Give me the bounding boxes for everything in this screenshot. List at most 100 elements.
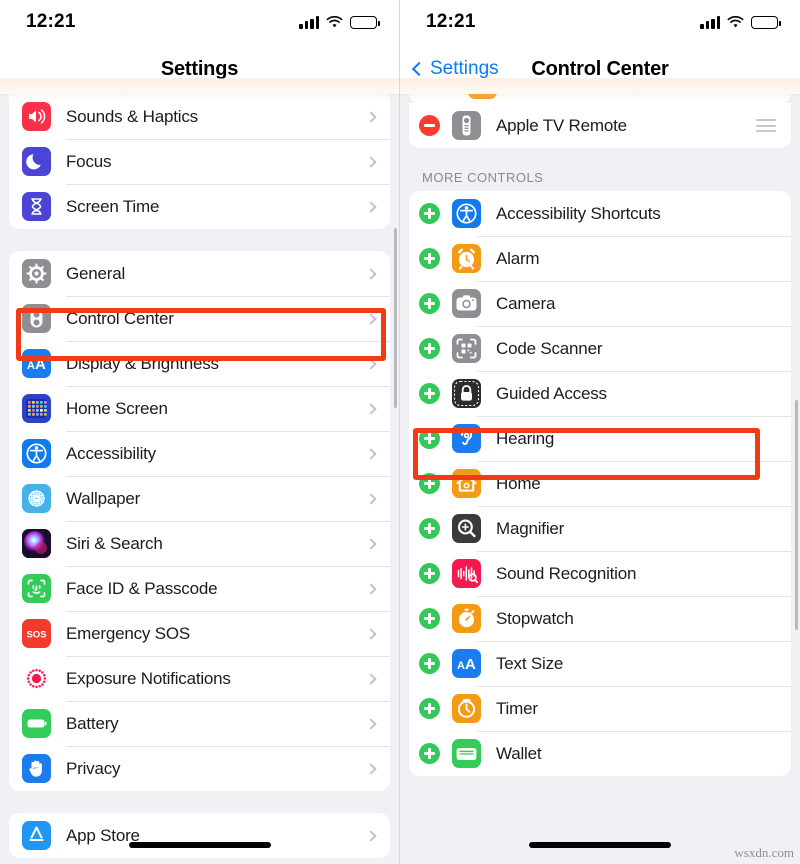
add-control-button[interactable]: [419, 743, 440, 764]
section-header-more-controls: MORE CONTROLS: [422, 170, 544, 185]
app-store-icon: [22, 821, 51, 850]
chevron-right-icon: [365, 402, 377, 415]
control-center-row[interactable]: Home: [409, 461, 791, 506]
add-control-button[interactable]: [419, 608, 440, 629]
settings-row[interactable]: Home Screen: [9, 386, 390, 431]
scroll-indicator[interactable]: [794, 400, 798, 630]
add-control-button[interactable]: [419, 653, 440, 674]
watermark: wsxdn.com: [734, 845, 794, 860]
row-label: Accessibility Shortcuts: [496, 203, 661, 223]
settings-row[interactable]: Face ID & Passcode: [9, 566, 390, 611]
page-title: Settings: [160, 57, 239, 80]
add-control-button[interactable]: [419, 518, 440, 539]
right-phone-control-center-screen: 12:21 Settings Control Center Apple TV R…: [400, 0, 800, 864]
add-control-button[interactable]: [419, 383, 440, 404]
settings-row[interactable]: A A Display & Brightness: [9, 341, 390, 386]
settings-scroll-area[interactable]: Sounds & Haptics Focus Screen Time General…: [0, 94, 399, 864]
control-center-row[interactable]: Timer: [409, 686, 791, 731]
chevron-right-icon: [365, 492, 377, 505]
add-control-button[interactable]: [419, 473, 440, 494]
add-control-button[interactable]: [419, 563, 440, 584]
text-size-aa-icon: AA: [452, 649, 481, 678]
settings-row[interactable]: Focus: [9, 139, 390, 184]
row-label: Camera: [496, 293, 556, 313]
control-center-row[interactable]: A A Text Size: [409, 641, 791, 686]
row-label: Face ID & Passcode: [66, 578, 218, 598]
settings-row[interactable]: Sounds & Haptics: [9, 94, 390, 139]
control-center-row[interactable]: Wallet: [409, 731, 791, 776]
apple-tv-remote-icon: [452, 111, 481, 140]
settings-row[interactable]: SOS Emergency SOS: [9, 611, 390, 656]
qr-code-scanner-icon: [452, 334, 481, 363]
chevron-right-icon: [365, 829, 377, 842]
control-center-row[interactable]: Hearing: [409, 416, 791, 461]
status-indicators: [299, 15, 380, 29]
hand-raised-icon: [22, 754, 51, 783]
control-center-row[interactable]: Apple TV Remote: [409, 103, 791, 148]
row-label: Emergency SOS: [66, 623, 191, 643]
settings-row[interactable]: Siri & Search: [9, 521, 390, 566]
wifi-icon: [727, 15, 744, 27]
row-label: Text Size: [496, 653, 564, 673]
chevron-right-icon: [365, 717, 377, 730]
settings-row[interactable]: Privacy: [9, 746, 390, 791]
add-control-button[interactable]: [419, 293, 440, 314]
control-center-row[interactable]: Code Scanner: [409, 326, 791, 371]
sound-waveform-icon: [452, 559, 481, 588]
chevron-right-icon: [365, 357, 377, 370]
accessibility-person-icon: [452, 199, 481, 228]
row-label: Apple TV Remote: [496, 115, 627, 135]
add-control-button[interactable]: [419, 203, 440, 224]
add-control-button[interactable]: [419, 428, 440, 449]
control-center-row[interactable]: Alarm: [409, 236, 791, 281]
chevron-right-icon: [365, 762, 377, 775]
svg-text:A: A: [27, 360, 35, 372]
scroll-indicator[interactable]: [393, 228, 397, 408]
settings-row[interactable]: App Store: [9, 813, 390, 858]
control-center-toggles-icon: [22, 304, 51, 333]
magnifier-icon: [452, 514, 481, 543]
control-center-scroll-area[interactable]: Apple TV Remote MORE CONTROLS Accessibil…: [400, 94, 800, 864]
chevron-right-icon: [365, 155, 377, 168]
chevron-right-icon: [365, 582, 377, 595]
settings-row[interactable]: Battery: [9, 701, 390, 746]
row-label: Wallet: [496, 743, 542, 763]
settings-row[interactable]: Exposure Notifications: [9, 656, 390, 701]
add-control-button[interactable]: [419, 248, 440, 269]
control-center-row[interactable]: Guided Access: [409, 371, 791, 416]
speaker-waves-icon: [22, 102, 51, 131]
row-label: Battery: [66, 713, 119, 733]
cellular-signal-icon: [299, 15, 319, 29]
back-button-label: Settings: [430, 58, 499, 79]
settings-row[interactable]: Wallpaper: [9, 476, 390, 521]
status-time: 12:21: [26, 11, 76, 32]
ear-icon: [452, 424, 481, 453]
row-label: Sound Recognition: [496, 563, 637, 583]
settings-row[interactable]: Screen Time: [9, 184, 390, 229]
control-center-row[interactable]: Accessibility Shortcuts: [409, 191, 791, 236]
control-center-row[interactable]: Sound Recognition: [409, 551, 791, 596]
svg-text:A: A: [465, 656, 476, 673]
exposure-dots-icon: [22, 664, 51, 693]
row-label: Siri & Search: [66, 533, 163, 553]
add-control-button[interactable]: [419, 698, 440, 719]
remove-control-button[interactable]: [419, 115, 440, 136]
control-center-row[interactable]: Camera: [409, 281, 791, 326]
back-button[interactable]: Settings: [411, 58, 499, 80]
hourglass-icon: [22, 192, 51, 221]
status-time: 12:21: [426, 11, 476, 32]
add-control-button[interactable]: [419, 338, 440, 359]
settings-row[interactable]: Accessibility: [9, 431, 390, 476]
timer-icon: [452, 694, 481, 723]
battery-icon: [22, 709, 51, 738]
chevron-right-icon: [365, 200, 377, 213]
nav-bar: Settings Control Center: [400, 44, 800, 94]
settings-row[interactable]: General: [9, 251, 390, 296]
control-center-row[interactable]: Magnifier: [409, 506, 791, 551]
control-center-row[interactable]: Stopwatch: [409, 596, 791, 641]
nav-bar: Settings: [0, 44, 399, 94]
reorder-handle[interactable]: [756, 119, 776, 132]
settings-row[interactable]: Control Center: [9, 296, 390, 341]
